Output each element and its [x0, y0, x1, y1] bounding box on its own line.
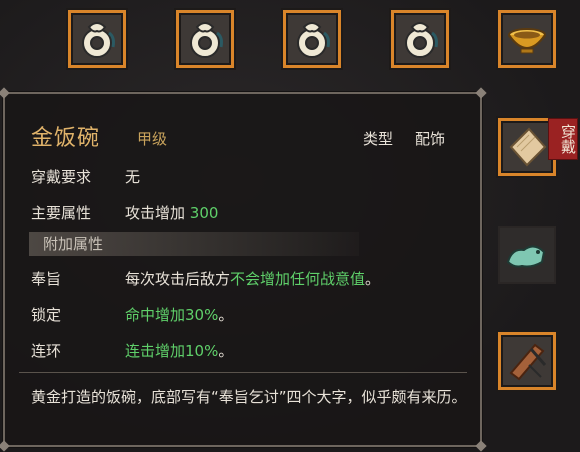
extra-attr-label: 锁定 [31, 306, 62, 324]
extra-attr-tail: 。 [365, 270, 381, 288]
inventory-slot-jade-pendant-1[interactable] [68, 10, 126, 68]
requirement-label: 穿戴要求 [31, 168, 92, 186]
tooltip-corner [0, 87, 10, 99]
inventory-slot-wooden-scroll[interactable] [498, 332, 556, 390]
worn-badge: 穿戴 [548, 118, 578, 160]
extra-attr-tail: 。 [218, 306, 234, 324]
jade-beast-icon [506, 245, 546, 268]
item-tooltip: 金饭碗 甲级 类型 配饰 穿戴要求 无 主要属性 攻击增加 300 附加属性 奉… [0, 87, 487, 452]
item-grade: 甲级 [137, 130, 168, 148]
extra-attr-green: 不会增加任何战意值 [230, 270, 366, 288]
extra-attr-label: 连环 [31, 342, 62, 360]
inventory-slot-jade-pendant-4[interactable] [391, 10, 449, 68]
extra-attr-green: 连击增加10% [125, 342, 219, 360]
main-attr-text-label: 攻击增加 [125, 204, 186, 222]
extra-attr-tail: 。 [218, 342, 234, 360]
extra-attr-text: 每次攻击后敌方不会增加任何战意值。 [125, 268, 380, 289]
main-attr-text: 攻击增加 300 [125, 202, 218, 223]
requirement-value: 无 [125, 168, 141, 186]
jade-pendant-icon [190, 22, 223, 58]
inventory-slot-jade-pendant-2[interactable] [176, 10, 234, 68]
parchment-icon [509, 127, 547, 167]
tooltip-corner [475, 440, 487, 452]
inventory-slot-golden-bowl[interactable] [498, 10, 556, 68]
tooltip-divider [19, 372, 467, 373]
item-type-label: 类型 [363, 130, 394, 148]
extra-attr-section-header: 附加属性 [29, 232, 359, 256]
game-screen: 穿戴 金饭碗 甲级 类型 配饰 穿戴要求 无 主要属性 攻击增加 300 附加属… [0, 0, 580, 452]
extra-attr-text: 连击增加10%。 [125, 340, 233, 361]
extra-attr-green: 命中增加30% [125, 306, 219, 324]
item-name: 金饭碗 [31, 126, 101, 151]
main-attr-label: 主要属性 [31, 204, 92, 222]
jade-pendant-icon [405, 22, 438, 58]
tooltip-corner [0, 440, 10, 452]
jade-pendant-icon [297, 22, 330, 58]
golden-bowl-icon [508, 28, 546, 54]
tooltip-corner [475, 87, 487, 99]
item-type-value: 配饰 [415, 130, 446, 148]
main-attr-value: 300 [189, 204, 219, 222]
extra-attr-plain: 每次攻击后敌方 [125, 270, 231, 288]
extra-attr-text: 命中增加30%。 [125, 304, 233, 325]
item-description: 黄金打造的饭碗，底部写有“奉旨乞讨”四个大字，似乎颇有来历。 [31, 388, 467, 406]
inventory-slot-jade-pendant-3[interactable] [283, 10, 341, 68]
wooden-scroll-icon [509, 343, 547, 381]
extra-attr-label: 奉旨 [31, 270, 62, 288]
inventory-slot-jade-beast[interactable] [498, 226, 556, 284]
jade-pendant-icon [82, 22, 115, 58]
